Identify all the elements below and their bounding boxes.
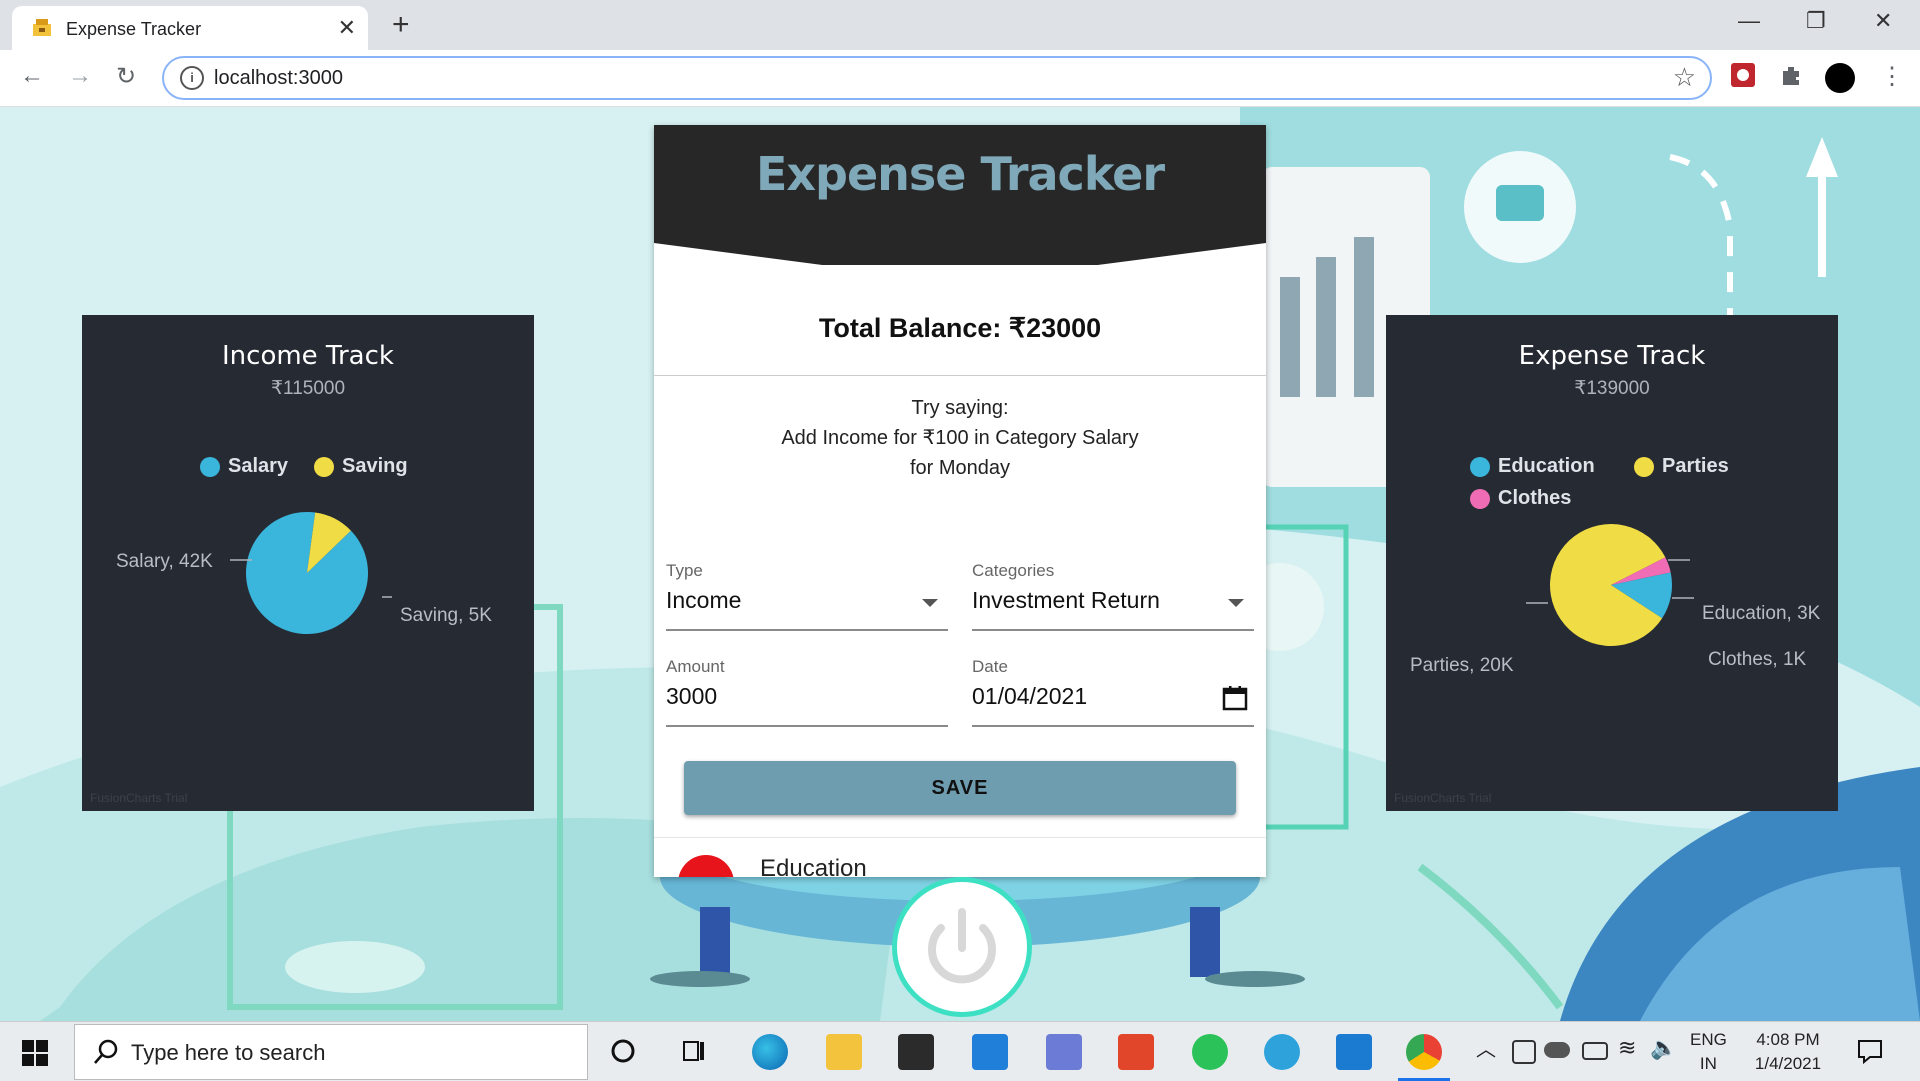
notification-center-icon[interactable] [1856,1038,1884,1064]
office-icon[interactable] [1118,1034,1154,1070]
amount-input[interactable]: 3000 [666,683,717,710]
categories-value: Investment Return [972,587,1160,613]
store-icon[interactable] [898,1034,934,1070]
list-item-avatar [678,855,734,877]
address-url: localhost:3000 [214,67,343,89]
search-icon [94,1039,118,1064]
windows-start-icon[interactable] [22,1040,48,1066]
app-title: Expense Tracker [755,147,1165,201]
file-explorer-icon[interactable] [826,1034,862,1070]
expense-tracker-card: Expense Tracker Total Balance: ₹23000 Tr… [654,125,1266,877]
save-button[interactable]: SAVE [684,761,1236,815]
expense-pie-chart [1526,524,1694,646]
volume-icon[interactable]: 🔈 [1650,1036,1677,1060]
chrome-icon[interactable] [1406,1034,1442,1070]
extensions-icon[interactable] [1778,62,1804,88]
task-view-icon[interactable] [680,1038,708,1064]
mail-icon[interactable] [972,1034,1008,1070]
battery-icon[interactable] [1582,1042,1608,1060]
new-tab-icon[interactable]: + [392,8,410,42]
type-underline [666,629,948,631]
search-placeholder: Type here to search [131,1040,326,1065]
minimize-icon[interactable]: — [1738,8,1760,34]
wifi-icon[interactable]: ≋ [1618,1036,1636,1060]
window-close-icon[interactable]: ✕ [1874,8,1892,34]
calendar-icon[interactable] [1222,685,1248,711]
onedrive-icon[interactable] [1544,1042,1570,1058]
language-code: ENG [1690,1030,1727,1049]
vscode-icon[interactable] [1336,1034,1372,1070]
expense-chart-trial-watermark: FusionCharts Trial [1394,791,1492,805]
income-slice-label-saving: Saving, 5K [400,605,492,626]
browser-menu-icon[interactable]: ⋮ [1880,62,1904,91]
type-select[interactable]: Income [666,587,948,623]
date-input[interactable]: 01/04/2021 [972,683,1087,710]
clock-date: 1/4/2021 [1754,1054,1822,1073]
extension-puzzle-red-icon[interactable] [1730,62,1756,88]
whatsapp-icon[interactable] [1192,1034,1228,1070]
back-icon[interactable]: ← [20,62,44,90]
site-info-icon[interactable]: i [180,66,204,90]
windows-taskbar: Type here to search ︿ ≋ 🔈 ENG IN 4:08 PM… [0,1021,1920,1081]
voice-assistant-button[interactable] [892,877,1032,1017]
browser-tab[interactable]: Expense Tracker ✕ [12,6,368,50]
date-underline [972,725,1254,727]
tray-overflow-icon[interactable]: ︿ [1476,1038,1496,1062]
voice-hint: Try saying: Add Income for ₹100 in Categ… [654,393,1266,483]
taskbar-search-box[interactable]: Type here to search [74,1024,588,1080]
total-balance: Total Balance: ₹23000 [818,313,1102,343]
edge-browser-icon[interactable] [752,1034,788,1070]
expense-slice-label-parties: Parties, 20K [1410,655,1514,676]
restore-icon[interactable]: ❐ [1806,8,1826,34]
telegram-icon[interactable] [1264,1034,1300,1070]
type-label: Type [666,561,703,580]
app-favicon-icon [33,19,51,36]
categories-dropdown-icon [1228,599,1244,607]
income-chart-card: Income Track ₹115000 Salary Saving Salar… [82,315,534,811]
meet-now-icon[interactable] [1512,1040,1536,1064]
expense-chart-card: Expense Track ₹139000 Education Parties … [1386,315,1838,811]
date-label: Date [972,657,1008,676]
tab-title: Expense Tracker [66,19,202,39]
expense-slice-label-education: Education, 3K [1702,603,1821,624]
type-value: Income [666,587,742,613]
address-bar[interactable]: i localhost:3000 ☆ [162,56,1712,100]
income-chart-trial-watermark: FusionCharts Trial [90,791,188,805]
browser-toolbar: ← → ↻ i localhost:3000 ☆ ⋮ [0,50,1920,107]
clock[interactable]: 4:08 PM 1/4/2021 [1748,1028,1828,1076]
voice-hint-line3: for Monday [909,457,1011,479]
language-indicator[interactable]: ENG IN [1690,1028,1727,1076]
list-item-category[interactable]: Education [760,855,867,877]
browser-tab-strip: Expense Tracker ✕ + — ❐ ✕ [0,0,1920,50]
reload-icon[interactable]: ↻ [116,62,136,91]
voice-hint-line2: Add Income for ₹100 in Category Salary [781,427,1139,449]
categories-underline [972,629,1254,631]
income-slice-label-salary: Salary, 42K [116,551,213,572]
card-divider [654,375,1266,376]
categories-select[interactable]: Investment Return [972,587,1254,623]
type-dropdown-icon [922,599,938,607]
app-shortcut-icon[interactable] [1046,1034,1082,1070]
cortana-icon[interactable] [610,1038,636,1064]
expense-slice-label-clothes: Clothes, 1K [1708,649,1807,670]
bookmark-star-icon[interactable]: ☆ [1673,62,1696,93]
power-icon [928,908,996,984]
tab-close-icon[interactable]: ✕ [338,15,356,41]
profile-avatar-icon[interactable] [1824,62,1856,94]
list-separator [654,837,1266,838]
page-background: Income Track ₹115000 Salary Saving Salar… [0,107,1920,1021]
language-region: IN [1699,1054,1717,1073]
amount-underline [666,725,948,727]
voice-hint-line1: Try saying: [911,397,1009,419]
amount-label: Amount [666,657,725,676]
forward-icon[interactable]: → [68,62,92,90]
clock-time: 4:08 PM [1756,1030,1820,1049]
categories-label: Categories [972,561,1055,580]
